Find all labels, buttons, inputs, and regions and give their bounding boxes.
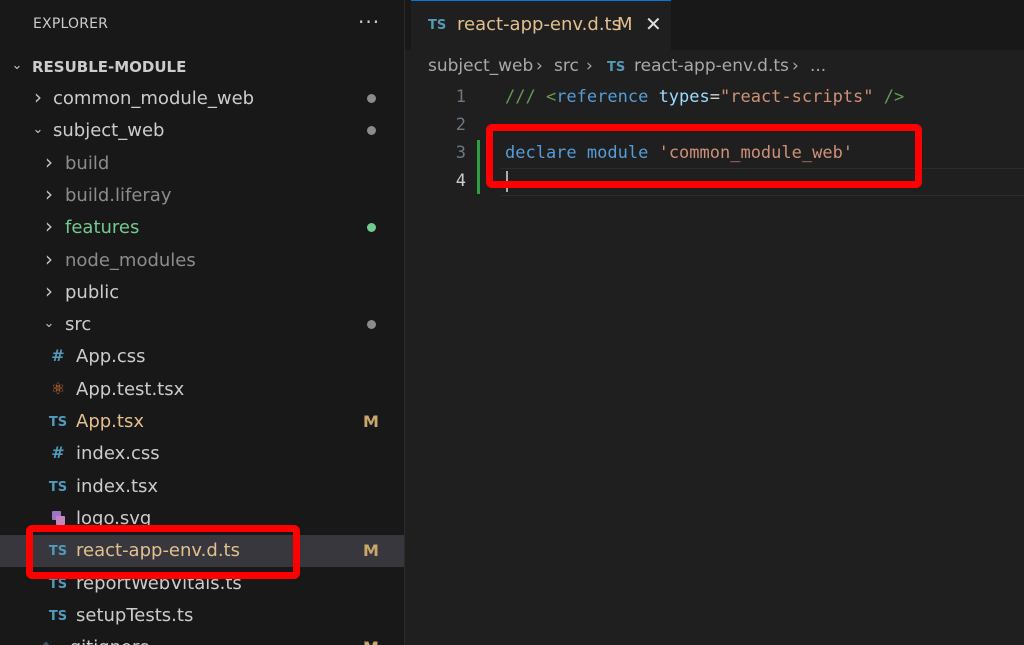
typescript-icon: TS bbox=[48, 577, 68, 592]
git-added-gutter-marker bbox=[477, 140, 480, 194]
tree-folder[interactable]: › public bbox=[0, 277, 404, 309]
chevron-right-icon: › bbox=[45, 279, 53, 303]
modified-dot-indicator bbox=[367, 94, 376, 103]
tree-item-label: build bbox=[65, 153, 110, 174]
tree-file[interactable]: # index.css bbox=[0, 438, 404, 470]
explorer-root-folder[interactable]: ⌄ RESUBLE-MODULE bbox=[0, 51, 404, 83]
tree-item-label: index.tsx bbox=[76, 476, 159, 497]
typescript-icon: TS bbox=[48, 415, 68, 430]
tree-folder[interactable]: › build bbox=[0, 148, 404, 180]
tab-modified-indicator: M bbox=[617, 14, 633, 35]
chevron-right-icon: › bbox=[45, 182, 53, 206]
breadcrumb-file[interactable]: react-app-env.d.ts bbox=[634, 56, 789, 76]
chevron-down-icon: ⌄ bbox=[43, 316, 55, 331]
tree-item-label: common_module_web bbox=[53, 88, 255, 109]
line-number: 3 bbox=[455, 143, 466, 163]
highlight-box-file bbox=[26, 525, 300, 579]
breadcrumb-subject-web[interactable]: subject_web bbox=[428, 56, 533, 76]
close-icon[interactable]: ✕ bbox=[645, 12, 662, 36]
tree-item-label: features bbox=[65, 217, 140, 238]
git-status-badge: M bbox=[363, 412, 379, 431]
breadcrumb-separator: › bbox=[536, 56, 543, 76]
tree-file[interactable]: TS index.tsx bbox=[0, 471, 404, 503]
tab-bar: TS react-app-env.d.ts M ✕ bbox=[405, 0, 1024, 51]
tree-file[interactable]: # App.css bbox=[0, 341, 404, 373]
tab-react-app-env[interactable]: TS react-app-env.d.ts M ✕ bbox=[411, 0, 671, 51]
css-icon: # bbox=[51, 346, 65, 365]
breadcrumb-src[interactable]: src bbox=[554, 56, 579, 76]
highlight-box-code bbox=[486, 124, 922, 188]
tree-folder[interactable]: › common_module_web bbox=[0, 83, 404, 115]
git-icon: ◆ bbox=[36, 637, 56, 645]
tree-item-label: node_modules bbox=[65, 250, 196, 271]
editor-area: TS react-app-env.d.ts M ✕ subject_web › … bbox=[405, 0, 1024, 645]
css-icon: # bbox=[51, 443, 65, 462]
react-test-icon: ⚛ bbox=[50, 379, 66, 398]
tab-label: react-app-env.d.ts bbox=[457, 14, 621, 35]
explorer-header: EXPLORER ··· bbox=[0, 0, 404, 50]
tree-file[interactable]: ⚛ App.test.tsx bbox=[0, 374, 404, 406]
chevron-right-icon: › bbox=[45, 247, 53, 271]
breadcrumb-ellipsis[interactable]: ... bbox=[810, 56, 826, 76]
tree-item-label: src bbox=[65, 314, 92, 335]
tree-item-label: subject_web bbox=[53, 120, 165, 141]
line-number-active: 4 bbox=[455, 171, 466, 191]
tree-item-label: App.test.tsx bbox=[76, 379, 185, 400]
tree-folder[interactable]: › build.liferay bbox=[0, 180, 404, 212]
tree-item-label: App.tsx bbox=[76, 411, 144, 432]
tree-item-label: index.css bbox=[76, 443, 160, 464]
typescript-icon: TS bbox=[48, 609, 68, 624]
typescript-icon: TS bbox=[428, 18, 447, 33]
explorer-title: EXPLORER bbox=[33, 16, 109, 32]
modified-dot-indicator bbox=[367, 223, 376, 232]
chevron-right-icon: › bbox=[34, 85, 42, 109]
tree-item-label: setupTests.ts bbox=[76, 605, 194, 626]
tree-folder[interactable]: › features bbox=[0, 212, 404, 244]
tree-file[interactable]: TS setupTests.ts bbox=[0, 600, 404, 632]
typescript-icon: TS bbox=[607, 60, 626, 75]
tree-file[interactable]: TS App.tsx M bbox=[0, 406, 404, 438]
code-line-1: /// <reference types="react-scripts" /> bbox=[505, 87, 905, 107]
tree-folder[interactable]: ⌄ subject_web bbox=[0, 115, 404, 147]
tree-folder[interactable]: ⌄ src bbox=[0, 309, 404, 341]
tree-item-label: App.css bbox=[76, 346, 146, 367]
line-number: 2 bbox=[455, 115, 466, 135]
more-actions-icon[interactable]: ··· bbox=[358, 10, 380, 34]
line-number: 1 bbox=[455, 87, 466, 107]
chevron-down-icon: ⌄ bbox=[11, 58, 23, 73]
tree-item-label: .gitignore bbox=[64, 637, 150, 645]
typescript-icon: TS bbox=[48, 480, 68, 495]
chevron-right-icon: › bbox=[45, 150, 53, 174]
modified-dot-indicator bbox=[367, 320, 376, 329]
tree-item-label: build.liferay bbox=[65, 185, 172, 206]
breadcrumb-separator: › bbox=[792, 56, 799, 76]
breadcrumb-separator: › bbox=[586, 56, 593, 76]
git-status-badge: M bbox=[363, 541, 379, 560]
tree-item-label: public bbox=[65, 282, 120, 303]
chevron-down-icon: ⌄ bbox=[32, 122, 44, 137]
git-status-badge: M bbox=[363, 638, 379, 645]
tree-file[interactable]: ◆ .gitignore M bbox=[0, 632, 404, 645]
root-folder-label: RESUBLE-MODULE bbox=[32, 58, 187, 76]
modified-dot-indicator bbox=[367, 126, 376, 135]
chevron-right-icon: › bbox=[45, 214, 53, 238]
tree-folder[interactable]: › node_modules bbox=[0, 245, 404, 277]
